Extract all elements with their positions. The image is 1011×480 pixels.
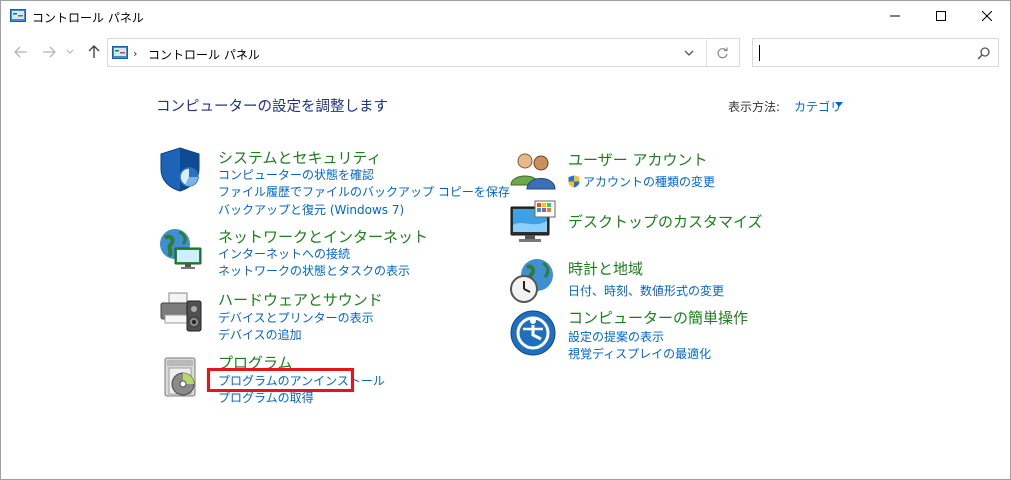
users-icon[interactable]	[509, 147, 557, 195]
address-dropdown-button[interactable]	[681, 46, 697, 60]
link-file-history-backup[interactable]: ファイル履歴でファイルのバックアップ コピーを保存	[218, 183, 510, 200]
up-button[interactable]	[85, 43, 103, 61]
divider	[706, 39, 707, 66]
monitor-icon[interactable]	[509, 199, 557, 247]
arrow-left-icon	[14, 46, 27, 58]
link-devices-printers[interactable]: デバイスとプリンターの表示	[218, 309, 374, 326]
maximize-icon	[936, 11, 946, 21]
close-button[interactable]	[964, 1, 1010, 31]
printer-speaker-icon[interactable]	[157, 287, 205, 335]
chevron-down-icon	[684, 50, 694, 56]
network-globe-icon[interactable]	[157, 224, 205, 272]
category-title-user-accounts[interactable]: ユーザー アカウント	[568, 149, 707, 170]
category-title-hardware-sound[interactable]: ハードウェアとサウンド	[218, 289, 383, 310]
uac-shield-icon	[568, 175, 580, 188]
link-suggested-settings[interactable]: 設定の提案の表示	[568, 328, 664, 345]
highlight-box	[207, 368, 354, 392]
category-title-system-security[interactable]: システムとセキュリティ	[218, 147, 382, 168]
close-icon	[982, 11, 992, 21]
category-title-ease-of-access[interactable]: コンピューターの簡単操作	[568, 307, 748, 328]
link-change-date-time-format[interactable]: 日付、時刻、数値形式の変更	[568, 282, 724, 299]
maximize-button[interactable]	[918, 1, 964, 31]
breadcrumb-separator[interactable]: ›	[241, 47, 245, 60]
chevron-down-icon	[66, 49, 74, 54]
link-change-account-type-label: アカウントの種類の変更	[583, 175, 716, 189]
text-cursor	[759, 45, 760, 61]
page-title: コンピューターの設定を調整します	[156, 99, 388, 115]
view-by-caret-icon[interactable]	[835, 102, 843, 107]
refresh-button[interactable]	[714, 45, 730, 61]
title-bar[interactable]: コントロール パネル	[1, 1, 1010, 32]
link-change-account-type[interactable]: アカウントの種類の変更	[568, 173, 715, 190]
category-title-desktop-customization[interactable]: デスクトップのカスタマイズ	[568, 211, 763, 232]
forward-button[interactable]	[40, 43, 58, 61]
clock-globe-icon[interactable]	[509, 257, 557, 305]
programs-disc-icon[interactable]	[161, 352, 209, 400]
control-panel-icon	[10, 9, 26, 22]
navigation-bar: › コントロール パネル ›	[1, 35, 1010, 69]
link-backup-restore[interactable]: バックアップと復元 (Windows 7)	[218, 201, 404, 218]
main-content: コンピューターの設定を調整します 表示方法: カテゴリ システムとセキュリティ …	[1, 71, 1010, 479]
control-panel-window: コントロール パネル › コントロール パネル › コンピューターの設定を調整し…	[0, 0, 1011, 480]
link-connect-internet[interactable]: インターネットへの接続	[218, 245, 350, 262]
view-by-label: 表示方法:	[728, 100, 781, 114]
minimize-button[interactable]	[872, 1, 918, 31]
minimize-icon	[890, 15, 900, 17]
address-bar[interactable]: › コントロール パネル ›	[107, 38, 740, 67]
ease-of-access-icon[interactable]	[509, 309, 557, 357]
search-box[interactable]	[752, 38, 999, 67]
shield-icon[interactable]	[157, 145, 205, 193]
link-check-computer-status[interactable]: コンピューターの状態を確認	[218, 166, 374, 183]
recent-locations-button[interactable]	[64, 43, 76, 61]
link-optimize-visual-display[interactable]: 視覚ディスプレイの最適化	[568, 345, 711, 362]
category-title-clock-region[interactable]: 時計と地域	[568, 258, 643, 279]
arrow-up-icon	[88, 45, 100, 58]
breadcrumb-separator[interactable]: ›	[133, 47, 137, 60]
search-icon[interactable]	[977, 46, 991, 60]
arrow-right-icon	[43, 46, 56, 58]
link-add-device[interactable]: デバイスの追加	[218, 326, 302, 343]
category-title-network-internet[interactable]: ネットワークとインターネット	[218, 226, 428, 247]
link-network-status[interactable]: ネットワークの状態とタスクの表示	[218, 262, 410, 279]
control-panel-icon	[112, 46, 128, 59]
back-button[interactable]	[12, 43, 30, 61]
window-title: コントロール パネル	[32, 11, 144, 25]
refresh-icon	[716, 47, 728, 58]
